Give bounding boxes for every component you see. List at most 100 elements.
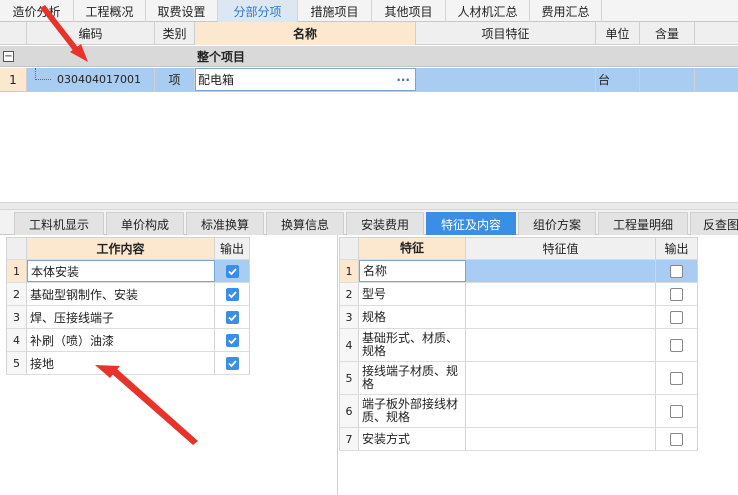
tab-fee-summary[interactable]: 费用汇总 [530,0,602,22]
tab-labor-material-summary[interactable]: 人材机汇总 [446,0,530,22]
row-feature[interactable] [416,68,596,91]
list-item[interactable]: 2 型号 [339,283,698,306]
output-cell [656,428,698,450]
row-code[interactable]: 030404017001 [27,68,155,91]
tab-reverse-lookup[interactable]: 反查图 [690,212,738,235]
tab-fee-settings[interactable]: 取费设置 [146,0,218,22]
output-checkbox[interactable] [670,432,683,446]
tab-install-cost[interactable]: 安装费用 [346,212,424,235]
feature-name-cell[interactable]: 端子板外部接线材质、规格 [359,395,466,427]
tab-pricing-scheme[interactable]: 组价方案 [518,212,596,235]
work-content-table: 工作内容 输出 1 本体安装 2 基础型钢制作、安装 3 焊、压接线端子 4 补… [6,237,250,375]
feature-name-cell[interactable]: 接线端子材质、规格 [359,362,466,394]
work-content-cell[interactable]: 基础型钢制作、安装 [27,283,215,305]
row-number: 5 [6,352,27,374]
output-checkbox[interactable] [670,338,683,352]
tab-features-content[interactable]: 特征及内容 [426,212,516,235]
tab-standard-conversion[interactable]: 标准换算 [186,212,264,235]
work-content-cell[interactable]: 焊、压接线端子 [27,306,215,328]
output-checkbox[interactable] [225,264,239,278]
row-name-input[interactable]: 配电箱 ··· [195,68,416,91]
grid-header: 编码 类别 名称 项目特征 单位 含量 [0,22,738,45]
more-options-icon[interactable]: ··· [396,73,410,87]
feature-name-cell[interactable]: 基础形式、材质、规格 [359,329,466,361]
output-checkbox[interactable] [225,287,239,301]
row-type[interactable]: 项 [155,68,195,91]
feature-name-cell[interactable]: 名称 [359,260,466,282]
group-row[interactable]: − 整个项目 [0,46,738,67]
feature-name-cell[interactable]: 型号 [359,283,466,305]
feature-value-cell[interactable] [466,260,656,282]
feature-name-cell[interactable]: 安装方式 [359,428,466,450]
feature-value-cell[interactable] [466,362,656,394]
tab-sub-items[interactable]: 分部分项 [218,0,298,22]
feature-value-cell[interactable] [466,428,656,450]
col-header-work-output[interactable]: 输出 [215,238,250,259]
col-header-feature-value[interactable]: 特征值 [466,238,656,259]
feature-value-cell[interactable] [466,395,656,427]
list-item[interactable]: 3 规格 [339,306,698,329]
list-item[interactable]: 4 基础形式、材质、规格 [339,329,698,362]
feature-value-cell[interactable] [466,283,656,305]
list-item[interactable]: 6 端子板外部接线材质、规格 [339,395,698,428]
feature-name-cell[interactable]: 规格 [359,306,466,328]
output-checkbox[interactable] [670,264,683,278]
list-item[interactable]: 4 补刷（喷）油漆 [6,329,250,352]
col-header-feature[interactable]: 项目特征 [416,22,596,45]
col-header-unit[interactable]: 单位 [596,22,640,45]
output-checkbox[interactable] [670,287,683,301]
panel-splitter[interactable] [0,202,738,210]
tab-measure-items[interactable]: 措施项目 [298,0,372,22]
list-item[interactable]: 7 安装方式 [339,428,698,451]
group-label: 整个项目 [197,49,246,64]
col-header-qty[interactable]: 含量 [640,22,695,45]
col-header-feature-name[interactable]: 特征 [359,238,466,259]
output-checkbox[interactable] [670,310,683,324]
col-header-feature-output[interactable]: 输出 [656,238,698,259]
collapse-icon[interactable]: − [3,50,14,62]
col-header-work-content[interactable]: 工作内容 [27,238,215,259]
col-header-type[interactable]: 类别 [155,22,195,45]
row-number: 1 [0,68,27,91]
output-cell [656,329,698,361]
tab-labor-material-display[interactable]: 工料机显示 [14,212,104,235]
output-checkbox[interactable] [670,371,683,385]
tree-line-icon [35,68,51,80]
list-item[interactable]: 2 基础型钢制作、安装 [6,283,250,306]
check-icon [227,313,237,321]
list-item[interactable]: 5 接线端子材质、规格 [339,362,698,395]
list-item[interactable]: 3 焊、压接线端子 [6,306,250,329]
tab-conversion-info[interactable]: 换算信息 [266,212,344,235]
tab-cost-analysis[interactable]: 造价分析 [0,0,74,22]
output-checkbox[interactable] [225,333,239,347]
tab-other-items[interactable]: 其他项目 [372,0,446,22]
row-number: 1 [339,260,359,282]
output-checkbox[interactable] [670,404,683,418]
work-table-header: 工作内容 输出 [6,237,250,260]
work-content-cell[interactable]: 本体安装 [27,260,215,282]
output-checkbox[interactable] [225,310,239,324]
row-number: 4 [339,329,359,361]
work-table-corner [6,238,27,259]
tab-unit-price-composition[interactable]: 单价构成 [106,212,184,235]
table-row[interactable]: 1 030404017001 项 配电箱 ··· 台 [0,68,738,92]
tab-quantity-detail[interactable]: 工程量明细 [598,212,688,235]
feature-value-cell[interactable] [466,306,656,328]
work-content-cell[interactable]: 接地 [27,352,215,374]
output-cell [215,283,250,305]
col-header-name[interactable]: 名称 [195,22,416,45]
output-checkbox[interactable] [225,356,239,370]
col-header-code[interactable]: 编码 [27,22,155,45]
output-cell [656,260,698,282]
output-cell [656,283,698,305]
row-unit[interactable]: 台 [596,68,640,91]
col-header-blank [695,22,738,45]
tab-project-overview[interactable]: 工程概况 [74,0,146,22]
list-item[interactable]: 5 接地 [6,352,250,375]
list-item[interactable]: 1 本体安装 [6,260,250,283]
feature-table-header: 特征 特征值 输出 [339,237,698,260]
row-qty[interactable] [640,68,695,91]
feature-value-cell[interactable] [466,329,656,361]
work-content-cell[interactable]: 补刷（喷）油漆 [27,329,215,351]
list-item[interactable]: 1 名称 [339,260,698,283]
